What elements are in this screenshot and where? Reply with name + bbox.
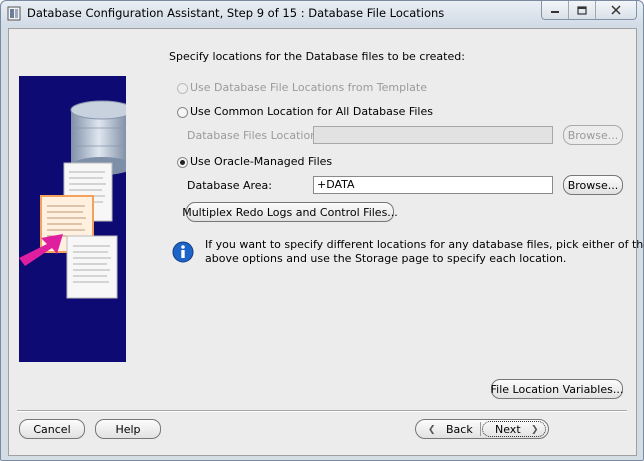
back-button[interactable]: Back: [446, 423, 473, 436]
database-area-input[interactable]: +DATA: [313, 176, 553, 194]
radio-oracle-managed-files[interactable]: [177, 157, 188, 168]
maximize-icon[interactable]: [568, 1, 595, 19]
info-text-line1: If you want to specify different locatio…: [205, 238, 644, 251]
help-button[interactable]: Help: [95, 419, 161, 439]
chevron-right-icon: ❯: [531, 425, 539, 435]
chevron-left-icon: ❮: [428, 425, 436, 435]
option-common-location-label: Use Common Location for All Database Fil…: [190, 105, 433, 118]
option-oracle-managed-files-label: Use Oracle-Managed Files: [190, 155, 333, 168]
next-button[interactable]: Next ❯: [482, 421, 546, 437]
radio-template-locations[interactable]: [177, 83, 188, 94]
browse-common-location-button[interactable]: Browse...: [563, 125, 623, 145]
info-icon: [172, 241, 194, 263]
nav-divider: [480, 422, 481, 436]
title-bar[interactable]: Database Configuration Assistant, Step 9…: [1, 1, 643, 27]
option-template-locations-label: Use Database File Locations from Templat…: [190, 81, 427, 94]
window-title: Database Configuration Assistant, Step 9…: [27, 6, 445, 20]
file-location-variables-button[interactable]: File Location Variables...: [491, 379, 623, 399]
database-files-location-input[interactable]: [313, 126, 553, 144]
next-button-label: Next: [495, 423, 521, 436]
footer-separator: [17, 410, 627, 412]
cancel-button[interactable]: Cancel: [19, 419, 85, 439]
close-icon[interactable]: [595, 1, 636, 19]
radio-common-location[interactable]: [177, 107, 188, 118]
info-text-line2: above options and use the Storage page t…: [205, 252, 567, 265]
dbca-app-icon: [7, 6, 21, 21]
database-files-location-label: Database Files Location:: [187, 129, 321, 142]
wizard-navigation: ❮ Back Next ❯: [415, 419, 549, 439]
browse-database-area-button[interactable]: Browse...: [563, 175, 623, 195]
wizard-side-illustration: [19, 76, 126, 362]
database-files-illustration: [19, 100, 126, 299]
dbca-window: Database Configuration Assistant, Step 9…: [0, 0, 644, 461]
multiplex-redo-logs-button[interactable]: Multiplex Redo Logs and Control Files...: [182, 202, 398, 222]
window-controls: [541, 1, 637, 20]
instruction-text: Specify locations for the Database files…: [169, 50, 465, 63]
minimize-icon[interactable]: [542, 1, 568, 19]
wizard-content: Specify locations for the Database files…: [8, 28, 644, 456]
database-area-label: Database Area:: [187, 179, 273, 192]
